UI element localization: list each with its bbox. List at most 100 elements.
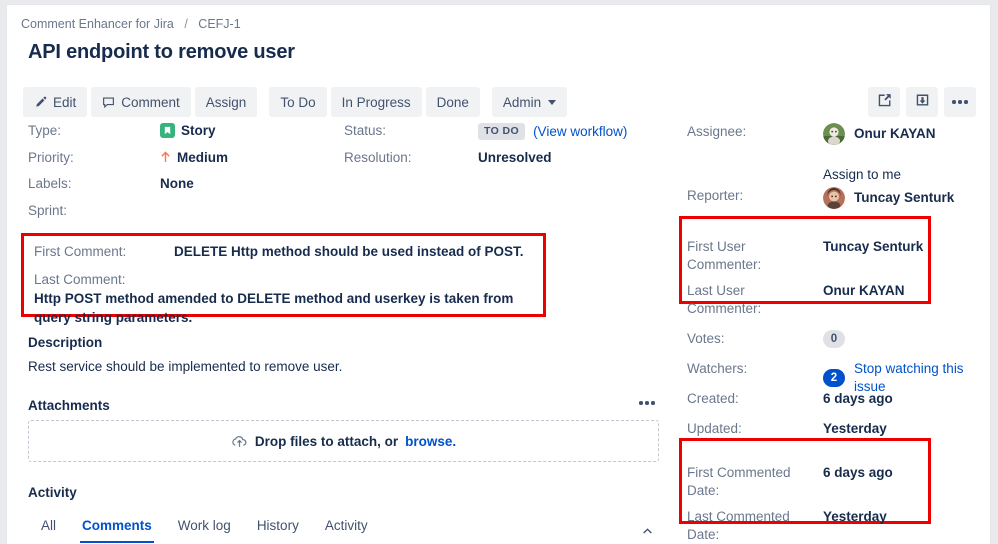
field-last-commenter: Last User Commenter: Onur KAYAN <box>687 282 987 324</box>
watchers-badge: 2 <box>823 369 845 387</box>
issue-details-grid: Type: Story Status: TO DO (View workflow… <box>28 123 668 229</box>
priority-label: Priority: <box>28 149 74 165</box>
field-created: Created: 6 days ago <box>687 390 987 420</box>
transition-todo-button[interactable]: To Do <box>269 87 327 117</box>
field-priority: Priority: Medium Resolution: Unresolved <box>28 150 668 177</box>
more-options-button[interactable] <box>944 87 976 117</box>
status-value: TO DO (View workflow) <box>478 123 627 140</box>
view-workflow-link[interactable]: (View workflow) <box>533 124 627 139</box>
assignee-name: Onur KAYAN <box>854 126 936 141</box>
sprint-label: Sprint: <box>28 202 68 218</box>
admin-menu-button[interactable]: Admin <box>491 87 568 117</box>
assignee-value: Onur KAYAN <box>823 123 936 145</box>
activity-heading: Activity <box>28 485 77 500</box>
priority-text: Medium <box>177 149 229 165</box>
updated-label: Updated: <box>687 421 742 436</box>
votes-badge: 0 <box>823 330 845 348</box>
browse-link[interactable]: browse. <box>405 434 456 449</box>
last-commenter-label: Last User Commenter: <box>687 283 762 316</box>
description-heading: Description <box>28 335 103 350</box>
reporter-name: Tuncay Senturk <box>854 190 955 205</box>
tab-history[interactable]: History <box>244 513 312 542</box>
tab-work-log[interactable]: Work log <box>165 513 244 542</box>
status-badge[interactable]: TO DO <box>478 123 526 140</box>
comment-label: Comment <box>121 94 180 110</box>
first-comment-label: First Comment: <box>34 244 127 259</box>
field-first-commenter: First User Commenter: Tuncay Senturk <box>687 238 987 282</box>
first-commented-date-label: First Commented Date: <box>687 465 791 498</box>
issue-view-card: Comment Enhancer for Jira / CEFJ-1 API e… <box>6 4 991 544</box>
priority-value: Medium <box>160 150 228 165</box>
created-label: Created: <box>687 391 739 406</box>
share-icon <box>877 93 892 111</box>
breadcrumb-issue-key[interactable]: CEFJ-1 <box>198 17 240 31</box>
resolution-value: Unresolved <box>478 149 552 165</box>
created-value: 6 days ago <box>823 391 893 406</box>
type-text: Story <box>181 123 216 138</box>
updated-value: Yesterday <box>823 421 887 436</box>
admin-label: Admin <box>502 94 542 110</box>
last-comment-value: Http POST method amended to DELETE metho… <box>34 291 514 325</box>
description-body: Rest service should be implemented to re… <box>28 359 343 374</box>
field-watchers: Watchers: 2 Stop watching this issue <box>687 360 987 394</box>
status-label: Status: <box>344 123 387 138</box>
breadcrumb-separator: / <box>184 17 188 31</box>
ellipsis-icon <box>639 401 655 405</box>
priority-medium-arrow-icon <box>160 151 171 163</box>
last-comment-label: Last Comment: <box>34 272 126 287</box>
transition-done-button[interactable]: Done <box>425 87 480 117</box>
first-commenter-value: Tuncay Senturk <box>823 239 924 254</box>
attachment-dropzone[interactable]: Drop files to attach, or browse. <box>28 420 659 462</box>
first-commented-date-value: 6 days ago <box>823 465 893 480</box>
page-title: API endpoint to remove user <box>28 41 295 63</box>
pencil-icon <box>34 96 47 109</box>
ellipsis-icon <box>952 100 968 104</box>
toolbar-right-actions <box>868 87 976 117</box>
comment-button[interactable]: Comment <box>91 87 191 117</box>
comment-fields: First Comment: DELETE Http method should… <box>34 244 534 327</box>
field-assignee: Assignee: Onur KAYAN <box>687 123 987 145</box>
last-commented-date-value: Yesterday <box>823 509 887 524</box>
labels-value: None <box>160 176 194 191</box>
todo-label: To Do <box>280 94 316 110</box>
assign-button[interactable]: Assign <box>194 87 258 117</box>
export-button[interactable] <box>906 87 938 117</box>
comment-fields-highlight: First Comment: DELETE Http method should… <box>21 233 546 325</box>
dropzone-text: Drop files to attach, or <box>254 433 399 449</box>
share-button[interactable] <box>868 87 900 117</box>
edit-label: Edit <box>53 94 77 110</box>
votes-value: 0 <box>823 330 845 348</box>
collapse-chevron-up-icon[interactable] <box>642 524 653 535</box>
field-first-comment: First Comment: DELETE Http method should… <box>34 244 534 268</box>
transition-in-progress-button[interactable]: In Progress <box>330 87 422 117</box>
attachments-options-button[interactable] <box>639 401 655 405</box>
tab-comments[interactable]: Comments <box>69 513 165 543</box>
tab-activity[interactable]: Activity <box>312 513 381 542</box>
tab-all[interactable]: All <box>28 513 69 542</box>
assign-to-me-link[interactable]: Assign to me <box>823 166 901 184</box>
type-label: Type: <box>28 123 62 138</box>
breadcrumb-project[interactable]: Comment Enhancer for Jira <box>21 17 174 31</box>
chevron-down-icon <box>548 99 557 105</box>
field-sprint: Sprint: <box>28 203 668 230</box>
assignee-label: Assignee: <box>687 124 747 139</box>
attachments-heading: Attachments <box>28 398 110 413</box>
in-progress-label: In Progress <box>341 94 411 110</box>
issue-toolbar: Edit Comment Assign To Do In Progress Do… <box>23 87 568 117</box>
story-icon <box>160 123 175 138</box>
first-comment-value: DELETE Http method should be used instea… <box>174 244 524 259</box>
breadcrumb: Comment Enhancer for Jira / CEFJ-1 <box>21 17 241 31</box>
speech-bubble-icon <box>102 96 115 109</box>
votes-label: Votes: <box>687 331 725 346</box>
field-first-commented-date: First Commented Date: 6 days ago <box>687 464 987 508</box>
activity-tabs: All Comments Work log History Activity <box>28 513 659 544</box>
reporter-value: Tuncay Senturk <box>823 187 954 209</box>
avatar[interactable] <box>823 123 845 145</box>
edit-button[interactable]: Edit <box>23 87 88 117</box>
last-commenter-value: Onur KAYAN <box>823 283 905 298</box>
resolution-label: Resolution: <box>344 149 412 165</box>
cloud-upload-icon <box>231 434 248 449</box>
reporter-label: Reporter: <box>687 188 744 203</box>
avatar[interactable] <box>823 187 845 209</box>
field-last-commented-date: Last Commented Date: Yesterday <box>687 508 987 544</box>
